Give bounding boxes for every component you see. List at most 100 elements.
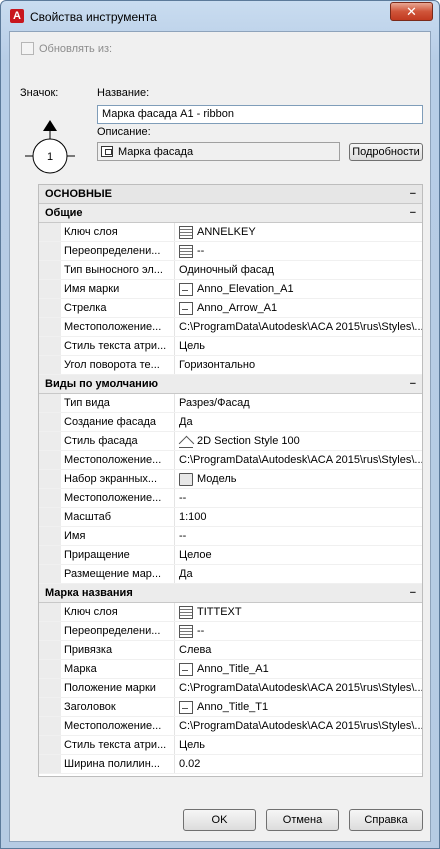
update-from-checkbox[interactable]	[21, 42, 34, 55]
property-row[interactable]: Угол поворота те... Горизонтально	[39, 356, 422, 375]
section-header-basic[interactable]: ОСНОВНЫЕ −	[39, 185, 422, 204]
property-row[interactable]: Местоположение... C:\ProgramData\Autodesk…	[39, 717, 422, 736]
property-name: Положение марки	[61, 679, 175, 697]
description-label: Описание:	[97, 126, 151, 138]
property-value[interactable]: C:\ProgramData\Autodesk\ACA 2015\rus\Sty…	[175, 717, 422, 735]
property-row[interactable]: Приращение Целое	[39, 546, 422, 565]
property-row[interactable]: Переопределени... --	[39, 622, 422, 641]
property-value-text: TITTEXT	[197, 606, 242, 618]
property-row[interactable]: Размещение мар... Да	[39, 565, 422, 584]
property-value[interactable]: Горизонтально	[175, 356, 422, 374]
row-gutter	[39, 527, 61, 545]
property-row[interactable]: Стрелка Anno_Arrow_A1	[39, 299, 422, 318]
dialog-body: Обновлять из: Значок: 1 Название: Марка …	[9, 31, 431, 842]
property-row[interactable]: Местоположение... --	[39, 489, 422, 508]
property-value[interactable]: C:\ProgramData\Autodesk\ACA 2015\rus\Sty…	[175, 451, 422, 469]
description-field[interactable]: Марка фасада	[97, 142, 340, 161]
property-value-text: Модель	[197, 473, 237, 485]
row-gutter	[39, 432, 61, 450]
property-value[interactable]: Цель	[175, 337, 422, 355]
property-name: Набор экранных...	[61, 470, 175, 488]
collapse-icon[interactable]: −	[410, 204, 416, 222]
ok-button[interactable]: OK	[183, 809, 256, 831]
property-value[interactable]: Цель	[175, 736, 422, 754]
category-header[interactable]: Общие −	[39, 204, 422, 223]
property-value[interactable]: ANNELKEY	[175, 223, 422, 241]
category-header[interactable]: Марка названия −	[39, 584, 422, 603]
property-value[interactable]: TITTEXT	[175, 603, 422, 621]
property-value-text: ANNELKEY	[197, 226, 256, 238]
property-row[interactable]: Заголовок Anno_Title_T1	[39, 698, 422, 717]
property-value[interactable]: Одиночный фасад	[175, 261, 422, 279]
property-name: Переопределени...	[61, 242, 175, 260]
property-row[interactable]: Марка Anno_Title_A1	[39, 660, 422, 679]
property-value[interactable]: 0.02	[175, 755, 422, 773]
cancel-button[interactable]: Отмена	[266, 809, 339, 831]
property-value[interactable]: C:\ProgramData\Autodesk\ACA 2015\rus\Sty…	[175, 679, 422, 697]
property-value-text: Цель	[179, 340, 206, 352]
property-name: Стрелка	[61, 299, 175, 317]
property-row[interactable]: Имя марки Anno_Elevation_A1	[39, 280, 422, 299]
property-row[interactable]: Переопределени... --	[39, 242, 422, 261]
property-row[interactable]: Имя --	[39, 527, 422, 546]
property-value[interactable]: Да	[175, 565, 422, 583]
property-value-text: Цель	[179, 739, 206, 751]
name-label: Название:	[97, 87, 150, 99]
property-value[interactable]: Целое	[175, 546, 422, 564]
property-value-text: Целое	[179, 549, 212, 561]
property-row[interactable]: Стиль текста атри... Цель	[39, 337, 422, 356]
collapse-icon[interactable]: −	[410, 584, 416, 602]
property-row[interactable]: Тип выносного эл... Одиночный фасад	[39, 261, 422, 280]
property-value[interactable]: Anno_Elevation_A1	[175, 280, 422, 298]
description-value: Марка фасада	[118, 145, 194, 158]
property-value-text: --	[179, 530, 187, 542]
property-row[interactable]: Набор экранных... Модель	[39, 470, 422, 489]
property-value-text: Anno_Elevation_A1	[197, 283, 294, 295]
row-gutter	[39, 280, 61, 298]
property-row[interactable]: Тип вида Разрез/Фасад	[39, 394, 422, 413]
property-value[interactable]: Слева	[175, 641, 422, 659]
property-row[interactable]: Местоположение... C:\ProgramData\Autodesk…	[39, 451, 422, 470]
property-value-text: --	[197, 245, 205, 257]
property-name: Ключ слоя	[61, 223, 175, 241]
property-row[interactable]: Положение марки C:\ProgramData\Autodesk\A…	[39, 679, 422, 698]
layer-icon	[179, 624, 193, 638]
property-row[interactable]: Создание фасада Да	[39, 413, 422, 432]
collapse-icon[interactable]: −	[410, 375, 416, 393]
title-bar[interactable]: A Свойства инструмента ✕	[1, 1, 439, 31]
tag-icon	[179, 301, 193, 315]
property-value[interactable]: Anno_Title_A1	[175, 660, 422, 678]
property-row[interactable]: Ключ слоя ANNELKEY	[39, 223, 422, 242]
collapse-icon[interactable]: −	[410, 185, 416, 203]
update-from-checkbox-row[interactable]: Обновлять из:	[21, 42, 112, 55]
tool-icon-preview[interactable]: 1	[22, 118, 78, 174]
details-button[interactable]: Подробности	[349, 143, 423, 161]
property-value[interactable]: C:\ProgramData\Autodesk\ACA 2015\rus\Sty…	[175, 318, 422, 336]
category-header[interactable]: Виды по умолчанию −	[39, 375, 422, 394]
name-input[interactable]: Марка фасада A1 - ribbon	[97, 105, 423, 124]
property-value[interactable]: 2D Section Style 100	[175, 432, 422, 450]
row-gutter	[39, 299, 61, 317]
property-value[interactable]: Разрез/Фасад	[175, 394, 422, 412]
property-value[interactable]: --	[175, 242, 422, 260]
update-from-label: Обновлять из:	[39, 42, 113, 55]
property-row[interactable]: Привязка Слева	[39, 641, 422, 660]
property-row[interactable]: Ширина полилин... 0.02	[39, 755, 422, 774]
property-row[interactable]: Стиль фасада 2D Section Style 100	[39, 432, 422, 451]
property-value[interactable]: --	[175, 622, 422, 640]
property-row[interactable]: Масштаб 1:100	[39, 508, 422, 527]
property-value[interactable]: Anno_Arrow_A1	[175, 299, 422, 317]
property-value[interactable]: --	[175, 527, 422, 545]
property-row[interactable]: Ключ слоя TITTEXT	[39, 603, 422, 622]
property-value[interactable]: Модель	[175, 470, 422, 488]
property-value[interactable]: --	[175, 489, 422, 507]
property-row[interactable]: Местоположение... C:\ProgramData\Autodesk…	[39, 318, 422, 337]
property-row[interactable]: Стиль текста атри... Цель	[39, 736, 422, 755]
help-button[interactable]: Справка	[349, 809, 423, 831]
property-value[interactable]: Anno_Title_T1	[175, 698, 422, 716]
property-name: Стиль фасада	[61, 432, 175, 450]
property-value[interactable]: 1:100	[175, 508, 422, 526]
close-button[interactable]: ✕	[390, 2, 433, 21]
property-value[interactable]: Да	[175, 413, 422, 431]
property-name: Тип выносного эл...	[61, 261, 175, 279]
